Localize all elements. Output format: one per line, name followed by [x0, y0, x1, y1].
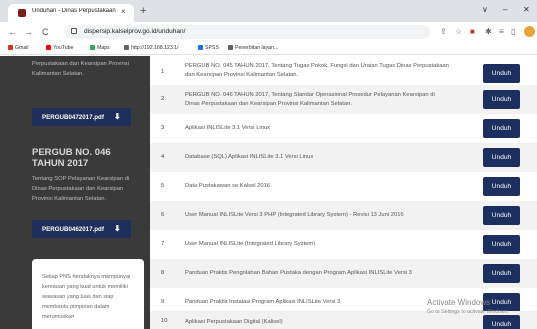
- download-pergub046-button[interactable]: PERGUB0462017.pdf ⬇: [32, 220, 131, 238]
- reload-icon[interactable]: C: [42, 26, 49, 38]
- new-tab-icon[interactable]: +: [140, 4, 146, 18]
- bookmark-star-icon[interactable]: ☆: [455, 26, 462, 38]
- url-text: dispersip.kalselprov.go.id/unduhan/: [84, 28, 186, 35]
- extension-icon[interactable]: ✱: [485, 26, 492, 38]
- row-number: 3: [161, 125, 165, 131]
- row-title: Panduan Praktis Instalasi Program Aplika…: [185, 299, 341, 305]
- spss-icon: [198, 45, 203, 51]
- download-icon: ⬇: [114, 112, 121, 121]
- gmail-icon: [8, 45, 13, 51]
- table-row: 4 Database (SQL) Aplikasi INLISLite 3.1 …: [150, 143, 537, 172]
- address-bar[interactable]: dispersip.kalselprov.go.id/unduhan/: [64, 25, 430, 39]
- row-title: Panduan Praktis Pengolahan Bahan Pustaka…: [185, 270, 412, 276]
- tab-title: Unduhan - Dinas Perpustakaan: [32, 8, 116, 14]
- downloads-table: 1 PERGUB NO. 045 TAHUN 2017, Tentang Tug…: [150, 56, 537, 329]
- media-icon[interactable]: ≡: [499, 26, 504, 38]
- bookmark-spss[interactable]: SPSS: [198, 44, 219, 52]
- site-favicon-icon: [18, 9, 26, 17]
- table-row: 7 User Manual INLISLite (Integrated Libr…: [150, 230, 537, 259]
- browser-tab[interactable]: Unduhan - Dinas Perpustakaan ×: [8, 4, 134, 22]
- globe-icon: [124, 45, 129, 51]
- sidebar-heading: PERGUB NO. 046 TAHUN 2017: [32, 147, 111, 169]
- row-number: 6: [161, 212, 165, 218]
- quote-card: Setiap PNS hendaknya mempunyai kemauan y…: [32, 259, 144, 329]
- unduh-button[interactable]: Unduh: [483, 90, 520, 109]
- download-pergub047-button[interactable]: PERGUB0472017.pdf ⬇: [32, 108, 131, 126]
- table-row: 1 PERGUB NO. 045 TAHUN 2017, Tentang Tug…: [150, 56, 537, 85]
- maps-icon: [90, 45, 95, 51]
- row-title: User Manual INLISLite (Integrated Librar…: [185, 241, 316, 247]
- bookmark-router[interactable]: http://192.168.123.1/: [124, 44, 179, 52]
- table-row: 6 User Manual INLISLite Versi 3 PHP (Int…: [150, 201, 537, 230]
- minimize-icon[interactable]: –: [503, 5, 507, 15]
- row-number: 1: [161, 69, 165, 75]
- browser-tab-bar: Unduhan - Dinas Perpustakaan × + ∨ – ✕: [0, 0, 537, 22]
- table-row: 2 PERGUB NO. 046 TAHUN 2017, Tentang Sta…: [150, 85, 537, 114]
- unduh-button[interactable]: Unduh: [483, 64, 520, 83]
- row-title: PERGUB NO. 045 TAHUN 2017, Tentang Tugas…: [185, 63, 449, 78]
- unduh-button[interactable]: Unduh: [483, 264, 520, 283]
- browser-toolbar: ← → C dispersip.kalselprov.go.id/unduhan…: [0, 22, 537, 42]
- file-name: PERGUB0462017.pdf: [42, 226, 104, 233]
- row-title: Aplikasi Perpustakaan Digital (Kalisel): [185, 319, 283, 325]
- row-number: 8: [161, 270, 165, 276]
- row-title: Data Pustakawan se Kalsel 2016: [185, 183, 271, 189]
- side-panel-icon[interactable]: ▯: [511, 26, 515, 38]
- sidebar: Perpustakaan dan Kearsipan Provinsi Kali…: [0, 56, 150, 329]
- globe-icon: [228, 45, 233, 51]
- table-row: 3 Aplikasi INLISLite 3.1 Versi Linux Und…: [150, 114, 537, 143]
- lock-icon: [71, 28, 77, 34]
- row-title: Database (SQL) Aplikasi INLISLite 3.1 Ve…: [185, 154, 314, 160]
- row-number: 9: [161, 299, 165, 305]
- profile-avatar[interactable]: [524, 26, 535, 37]
- activate-windows-watermark: Activate Windows Go to Settings to activ…: [427, 298, 509, 316]
- sidebar-description: Tentang SOP Pelayanan Kearsipan di Dinas…: [32, 176, 130, 202]
- unduh-button[interactable]: Unduh: [483, 148, 520, 167]
- quote-text: Setiap PNS hendaknya mempunyai kemauan y…: [42, 274, 131, 320]
- table-row: 5 Data Pustakawan se Kalsel 2016 Unduh: [150, 172, 537, 201]
- bookmark-youtube[interactable]: YouTube: [46, 44, 73, 52]
- unduh-button[interactable]: Unduh: [483, 177, 520, 196]
- unduh-button[interactable]: Unduh: [483, 206, 520, 225]
- row-title: User Manual INLISLite Versi 3 PHP (Integ…: [185, 212, 404, 218]
- bookmark-penerbitan[interactable]: Penerbitan layan...: [228, 44, 278, 52]
- share-icon[interactable]: ⇪: [440, 26, 447, 38]
- bookmarks-bar: Gmail YouTube Maps http://192.168.123.1/…: [0, 42, 537, 55]
- bookmark-maps[interactable]: Maps: [90, 44, 110, 52]
- row-title: PERGUB NO. 046 TAHUN 2017, Tentang Stand…: [185, 92, 435, 107]
- unduh-button[interactable]: Unduh: [483, 119, 520, 138]
- row-number: 10: [161, 318, 168, 324]
- watermark-title: Activate Windows: [427, 298, 491, 307]
- forward-icon[interactable]: →: [24, 26, 33, 38]
- table-row: 8 Panduan Praktis Pengolahan Bahan Pusta…: [150, 259, 537, 288]
- row-number: 4: [161, 154, 165, 160]
- youtube-icon: [46, 45, 51, 51]
- extension-red-icon[interactable]: ■: [470, 26, 475, 38]
- row-number: 2: [161, 96, 165, 102]
- download-icon: ⬇: [114, 224, 121, 233]
- row-title: Aplikasi INLISLite 3.1 Versi Linux: [185, 125, 271, 131]
- watermark-subtitle: Go to Settings to activate Windows.: [427, 309, 509, 315]
- back-icon[interactable]: ←: [8, 26, 17, 38]
- close-tab-icon[interactable]: ×: [121, 6, 126, 18]
- tab-search-icon[interactable]: ∨: [482, 5, 488, 15]
- unduh-button[interactable]: Unduh: [483, 315, 520, 329]
- bookmark-gmail[interactable]: Gmail: [8, 44, 29, 52]
- unduh-button[interactable]: Unduh: [483, 235, 520, 254]
- file-name: PERGUB0472017.pdf: [42, 114, 104, 121]
- row-number: 7: [161, 241, 165, 247]
- sidebar-description: Perpustakaan dan Kearsipan Provinsi Kali…: [32, 61, 129, 77]
- row-number: 5: [161, 183, 165, 189]
- close-window-icon[interactable]: ✕: [523, 5, 530, 15]
